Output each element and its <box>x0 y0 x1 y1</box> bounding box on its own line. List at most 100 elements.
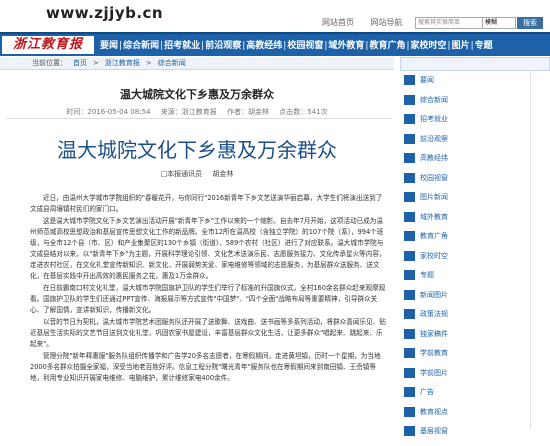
search-input[interactable]: 搜索其实很简单 <box>415 17 483 29</box>
byline-reporter: □本报通讯员 <box>160 170 203 178</box>
nav-item-zhuanti[interactable]: 专题 <box>475 41 493 51</box>
bullet-icon <box>404 211 415 222</box>
nav-item-xiaoyuan[interactable]: 校园视窗 <box>287 41 323 51</box>
article-paragraph: 以音的节日为契机，温大城市学院艺术团服务队还开展了送歌舞、送戏曲、送书画等多系列… <box>30 318 386 348</box>
bullet-icon <box>404 289 415 300</box>
sidebar-item[interactable]: 新闻图片 <box>404 289 524 310</box>
article-paragraph: 在日前霸南口村文化礼堂，温大城市学院国旗护卫队的学生们举行了标准的升国旗仪式，全… <box>30 284 386 314</box>
nav-separator: | <box>470 41 474 51</box>
nav-separator: | <box>160 41 164 51</box>
main-nav: 浙江教育报 要闻|综合新闻|招考就业|前沿观察|高教经纬|校园视窗|域外教育|教… <box>0 32 550 56</box>
sidebar-item-label[interactable]: 综合新闻 <box>420 95 448 105</box>
bullet-icon <box>404 75 415 85</box>
sidebar-item[interactable]: 高教经纬 <box>404 153 524 173</box>
article: 温大城院文化下乡惠及万余群众 时间：2016-05-04 08:54 来源：浙江… <box>0 70 394 429</box>
sidebar-item[interactable]: 家校时空 <box>404 250 524 271</box>
nav-item-zhaokao[interactable]: 招考就业 <box>164 41 200 51</box>
article-meta: 时间：2016-05-04 08:54 来源：浙江教育报 作者：胡金林 点击数：… <box>0 107 394 117</box>
article-views: 点击数：541次 <box>279 108 328 116</box>
article-paragraph: 管理分院"新年释惠服"服务队组织传播学和广告学20多名志愿者，在寒假期间，走进黄… <box>30 352 381 382</box>
nav-separator: | <box>119 41 123 51</box>
sidebar-item-label[interactable]: 新闻图片 <box>420 290 448 300</box>
sidebar-item[interactable]: 综合新闻 <box>404 94 524 115</box>
sidebar-header <box>400 57 550 71</box>
home-link[interactable]: 网站首页 <box>322 18 354 27</box>
sidebar-item[interactable]: 广告 <box>404 387 524 407</box>
sidebar-divider <box>530 71 531 429</box>
bullet-icon <box>404 172 415 183</box>
sidebar-item[interactable]: 要闻 <box>404 75 524 95</box>
article-time: 时间：2016-05-04 08:54 <box>66 108 151 116</box>
nav-separator: | <box>447 41 451 51</box>
bullet-icon <box>404 406 415 417</box>
sidebar-item[interactable]: 独家稿件 <box>404 328 524 349</box>
sidebar-item-label[interactable]: 校园视窗 <box>420 173 448 183</box>
sidebar-item-label[interactable]: 广告 <box>420 387 434 397</box>
bullet-icon <box>404 192 415 202</box>
nav-item-qianyan[interactable]: 前沿观察 <box>205 41 241 51</box>
breadcrumb-home[interactable]: 首页 <box>73 59 87 67</box>
site-nav-link[interactable]: 网站导航 <box>371 18 403 27</box>
byline-name: 胡金林 <box>212 170 234 178</box>
sidebar-item-label[interactable]: 家校时空 <box>420 251 448 261</box>
article-byline: □本报通讯员 胡金林 <box>0 169 394 179</box>
nav-item-tupian[interactable]: 图片 <box>452 41 470 51</box>
sidebar-item-label[interactable]: 政策法规 <box>420 309 448 319</box>
sidebar-item[interactable]: 教育广角 <box>404 231 524 251</box>
site-url[interactable]: www.zjjyb.cn <box>46 4 163 22</box>
nav-separator: | <box>324 41 328 51</box>
sidebar-item-label[interactable]: 图片新闻 <box>420 192 448 202</box>
bullet-icon <box>404 348 415 358</box>
nav-item-jiaxiao[interactable]: 家校时空 <box>411 41 447 51</box>
nav-separator: | <box>283 41 287 51</box>
search-mode-select[interactable]: 模糊 <box>482 17 516 29</box>
sidebar-item[interactable]: 图片新闻 <box>404 192 524 212</box>
bullet-icon <box>404 153 415 163</box>
sidebar-item-label[interactable]: 基层视窗 <box>420 426 448 436</box>
sidebar-item[interactable]: 域外教育 <box>404 211 524 232</box>
sidebar-item[interactable]: 学前教育 <box>404 348 524 368</box>
sidebar-item-label[interactable]: 要闻 <box>420 75 434 85</box>
bullet-icon <box>404 387 415 397</box>
nav-item-yuwai[interactable]: 域外教育 <box>328 41 364 51</box>
sidebar-item-label[interactable]: 独家稿件 <box>420 329 448 339</box>
article-body: 近日，由温州大学城市学院组织的"春暖花开，与你同行"2016新青年下乡文艺送演华… <box>30 193 386 385</box>
nav-item-guangjiao[interactable]: 教育广角 <box>369 41 405 51</box>
bullet-icon <box>404 94 415 105</box>
sidebar-item[interactable]: 专题 <box>404 270 524 290</box>
nav-separator: | <box>201 41 205 51</box>
bullet-icon <box>404 114 415 124</box>
sidebar-item-label[interactable]: 域外教育 <box>420 212 448 222</box>
sidebar: 要闻 综合新闻 招考就业 前沿观察 高教经纬 校园视窗 图片新闻 域外教育 教育… <box>400 57 550 436</box>
bullet-icon <box>404 133 415 144</box>
sidebar-item[interactable]: 校园视窗 <box>404 172 524 193</box>
breadcrumb-paper[interactable]: 浙江教育报 <box>105 59 140 67</box>
bullet-icon <box>404 270 415 280</box>
sidebar-item-label[interactable]: 学前教育 <box>420 348 448 358</box>
search-button[interactable]: 搜索 <box>517 17 543 29</box>
breadcrumb: 当前位置： 首页 > 浙江教育报 > 综合新闻 <box>0 57 394 70</box>
sidebar-item-label[interactable]: 专题 <box>420 270 434 280</box>
sidebar-item[interactable]: 学前图片 <box>404 367 524 388</box>
sidebar-list: 要闻 综合新闻 招考就业 前沿观察 高教经纬 校园视窗 图片新闻 域外教育 教育… <box>404 75 524 446</box>
breadcrumb-section[interactable]: 综合新闻 <box>158 59 186 67</box>
sidebar-item-label[interactable]: 前沿观察 <box>420 134 448 144</box>
bullet-icon <box>404 309 415 319</box>
nav-item-gaojiao[interactable]: 高教经纬 <box>246 41 282 51</box>
divider <box>6 118 392 119</box>
sidebar-item[interactable]: 招考就业 <box>404 114 524 134</box>
sidebar-item[interactable]: 教育视点 <box>404 406 524 427</box>
nav-separator: | <box>365 41 369 51</box>
nav-item-yaowen[interactable]: 要闻 <box>100 41 118 51</box>
sidebar-item[interactable]: 政策法规 <box>404 309 524 329</box>
sidebar-item-label[interactable]: 招考就业 <box>420 114 448 124</box>
sidebar-item-label[interactable]: 教育广角 <box>420 231 448 241</box>
sidebar-item[interactable]: 前沿观察 <box>404 133 524 154</box>
nav-item-zonghe[interactable]: 综合新闻 <box>123 41 159 51</box>
site-logo[interactable]: 浙江教育报 <box>2 36 94 54</box>
sidebar-item-label[interactable]: 高教经纬 <box>420 153 448 163</box>
bullet-icon <box>404 367 415 378</box>
sidebar-item-label[interactable]: 教育视点 <box>420 407 448 417</box>
article-title-small: 温大城院文化下乡惠及万余群众 <box>120 88 274 101</box>
sidebar-item-label[interactable]: 学前图片 <box>420 368 448 378</box>
